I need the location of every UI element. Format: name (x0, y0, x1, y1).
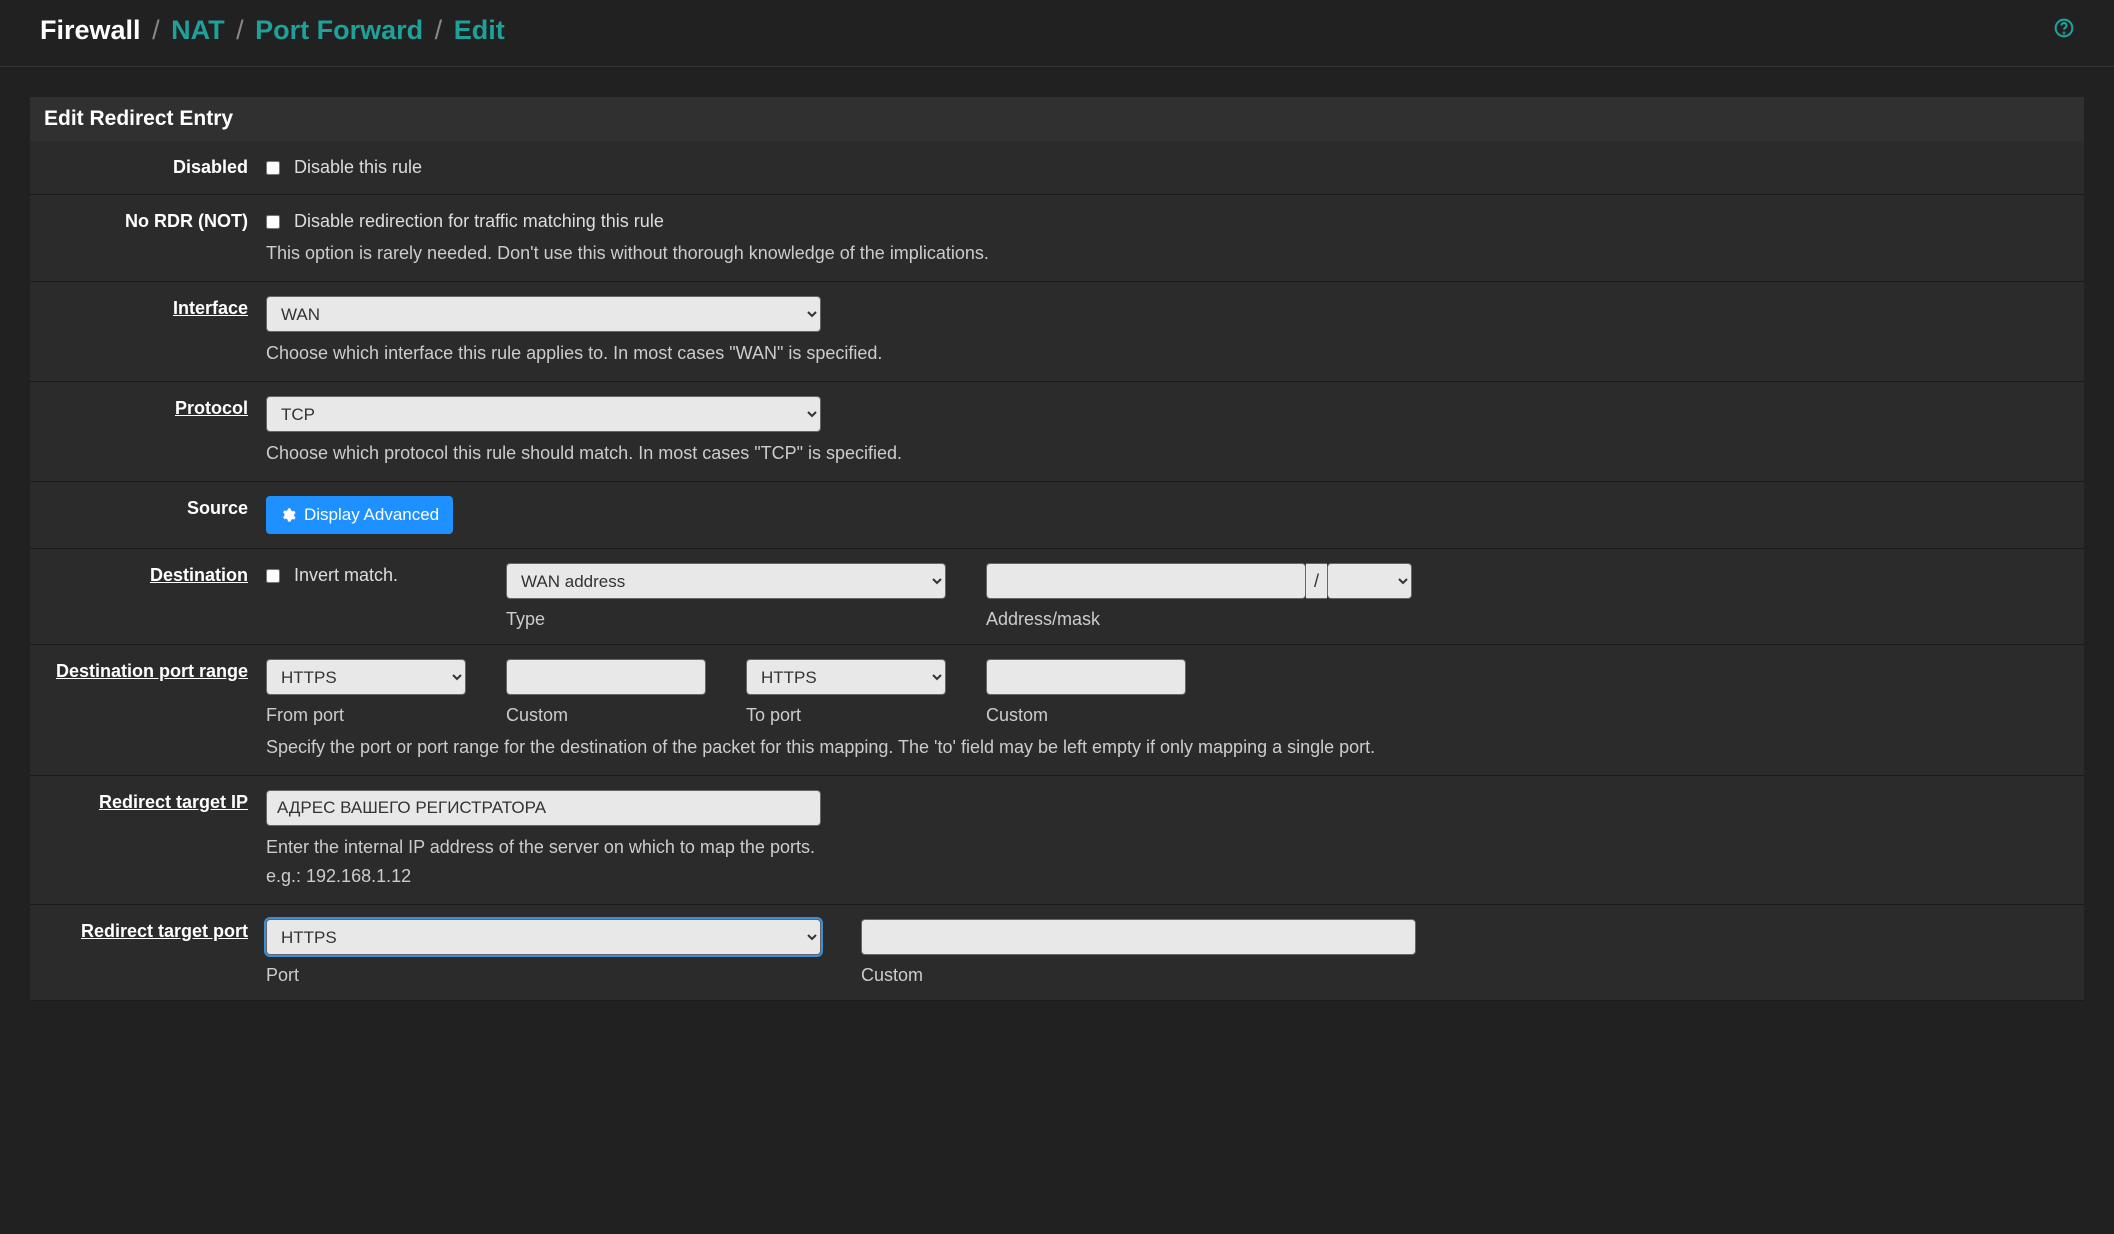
caption-custom-from: Custom (506, 705, 706, 726)
checkbox-label-no-rdr: Disable redirection for traffic matching… (294, 211, 664, 232)
checkbox-label-invert: Invert match. (294, 565, 398, 586)
select-interface[interactable]: WAN (266, 296, 821, 332)
breadcrumb-sep: / (435, 15, 443, 45)
label-no-rdr: No RDR (NOT) (30, 205, 260, 238)
help-interface: Choose which interface this rule applies… (266, 340, 2066, 367)
label-destination: Destination (30, 559, 260, 592)
input-custom-to[interactable] (986, 659, 1186, 695)
label-disabled: Disabled (30, 151, 260, 184)
caption-dest-type: Type (506, 609, 946, 630)
page-header: Firewall / NAT / Port Forward / Edit (0, 0, 2114, 67)
breadcrumb: Firewall / NAT / Port Forward / Edit (40, 15, 505, 46)
select-protocol[interactable]: TCP (266, 396, 821, 432)
input-redirect-ip[interactable] (266, 790, 821, 826)
row-redirect-ip: Redirect target IP Enter the internal IP… (30, 776, 2084, 905)
help-dst-port: Specify the port or port range for the d… (266, 734, 2066, 761)
help-icon[interactable] (2054, 18, 2074, 44)
row-interface: Interface WAN Choose which interface thi… (30, 282, 2084, 382)
input-redirect-custom[interactable] (861, 919, 1416, 955)
label-redirect-ip: Redirect target IP (30, 786, 260, 819)
breadcrumb-sep: / (152, 15, 160, 45)
select-destination-type[interactable]: WAN address (506, 563, 946, 599)
label-dst-port: Destination port range (30, 655, 260, 688)
caption-from-port: From port (266, 705, 466, 726)
select-destination-mask[interactable] (1327, 563, 1412, 599)
checkbox-label-disabled: Disable this rule (294, 157, 422, 178)
caption-redirect-port: Port (266, 965, 821, 986)
caption-to-port: To port (746, 705, 946, 726)
row-disabled: Disabled Disable this rule (30, 141, 2084, 195)
help-redirect-ip-2: e.g.: 192.168.1.12 (266, 863, 2066, 890)
select-redirect-port[interactable]: HTTPS (266, 919, 821, 955)
breadcrumb-sep: / (236, 15, 244, 45)
label-source: Source (30, 492, 260, 525)
display-advanced-label: Display Advanced (304, 505, 439, 525)
breadcrumb-port-forward[interactable]: Port Forward (255, 15, 423, 45)
label-redirect-port: Redirect target port (30, 915, 260, 948)
label-protocol: Protocol (30, 392, 260, 425)
breadcrumb-nat[interactable]: NAT (171, 15, 225, 45)
slash-sep: / (1306, 563, 1327, 599)
edit-panel: Edit Redirect Entry Disabled Disable thi… (30, 97, 2084, 1001)
caption-dest-addr: Address/mask (986, 609, 1412, 630)
checkbox-disabled[interactable] (266, 161, 280, 175)
select-to-port[interactable]: HTTPS (746, 659, 946, 695)
checkbox-no-rdr[interactable] (266, 215, 280, 229)
row-destination: Destination Invert match. WAN address Ty… (30, 549, 2084, 645)
input-custom-from[interactable] (506, 659, 706, 695)
row-source: Source Display Advanced (30, 482, 2084, 549)
row-dst-port: Destination port range HTTPS From port C… (30, 645, 2084, 776)
row-protocol: Protocol TCP Choose which protocol this … (30, 382, 2084, 482)
select-from-port[interactable]: HTTPS (266, 659, 466, 695)
help-protocol: Choose which protocol this rule should m… (266, 440, 2066, 467)
caption-custom-to: Custom (986, 705, 1186, 726)
help-redirect-ip-1: Enter the internal IP address of the ser… (266, 834, 2066, 861)
caption-redirect-custom: Custom (861, 965, 1416, 986)
row-no-rdr: No RDR (NOT) Disable redirection for tra… (30, 195, 2084, 282)
panel-title: Edit Redirect Entry (30, 97, 2084, 141)
gear-icon (280, 507, 296, 523)
breadcrumb-firewall[interactable]: Firewall (40, 15, 141, 45)
help-no-rdr: This option is rarely needed. Don't use … (266, 240, 2066, 267)
checkbox-invert-match[interactable] (266, 569, 280, 583)
row-redirect-port: Redirect target port HTTPS Port Custom (30, 905, 2084, 1001)
breadcrumb-edit[interactable]: Edit (454, 15, 505, 45)
display-advanced-button[interactable]: Display Advanced (266, 496, 453, 534)
input-destination-address[interactable] (986, 563, 1306, 599)
label-interface: Interface (30, 292, 260, 325)
